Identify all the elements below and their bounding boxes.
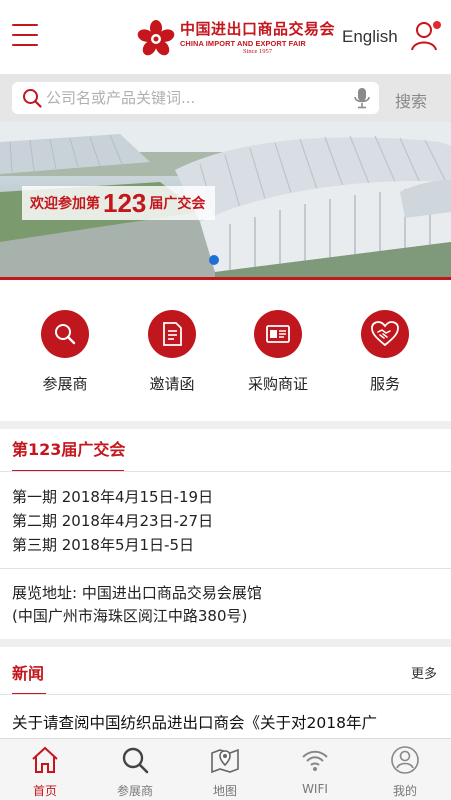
id-card-icon xyxy=(266,325,290,343)
quick-item-label: 参展商 xyxy=(42,375,88,393)
banner-welcome-text: 欢迎参加第 123 届广交会 xyxy=(22,186,216,220)
quick-item-buyer-badge[interactable]: 采购商证 xyxy=(233,310,323,394)
nav-exhibitors[interactable]: 参展商 xyxy=(90,739,180,800)
fair-phase-1: 第一期 2018年4月15日-19日 xyxy=(12,488,214,506)
logo-chinese-text: 中国进出口商品交易会 xyxy=(180,20,336,39)
quick-item-services[interactable]: 服务 xyxy=(340,310,430,394)
search-button[interactable]: 搜索 xyxy=(395,88,427,112)
quick-menu: 参展商 邀请函 采购商证 服务 xyxy=(0,283,451,421)
search-icon xyxy=(23,89,42,108)
home-icon xyxy=(32,746,58,773)
search-box xyxy=(12,82,379,114)
nav-map[interactable]: 地图 xyxy=(180,739,270,800)
nav-profile[interactable]: 我的 xyxy=(360,739,450,800)
quick-item-exhibitors[interactable]: 参展商 xyxy=(20,310,110,394)
nav-home[interactable]: 首页 xyxy=(0,739,90,800)
user-icon xyxy=(391,746,419,774)
quick-item-label: 采购商证 xyxy=(247,375,308,393)
news-section-title: 新闻 xyxy=(12,664,45,683)
search-icon xyxy=(55,324,76,345)
bottom-navigation: 首页 参展商 地图 WIFI 我的 xyxy=(0,738,451,800)
news-item-title[interactable]: 关于请查阅中国纺织品进出口商会《关于对2018年广 xyxy=(12,711,442,733)
microphone-icon[interactable] xyxy=(352,87,372,109)
venue-address: 展览地址: 中国进出口商品交易会展馆 xyxy=(12,584,262,602)
search-icon xyxy=(122,747,149,774)
document-icon xyxy=(163,322,182,346)
divider xyxy=(0,694,451,695)
quick-item-label: 服务 xyxy=(369,375,400,393)
handshake-heart-icon xyxy=(371,321,399,347)
carousel-indicator-dot[interactable] xyxy=(209,255,219,265)
user-account-button[interactable] xyxy=(410,18,442,54)
fair-section-title: 第123届广交会 xyxy=(12,440,126,459)
search-bar: 搜索 xyxy=(0,74,451,122)
menu-icon[interactable] xyxy=(12,24,38,50)
language-switch[interactable]: English xyxy=(342,27,398,47)
search-input[interactable] xyxy=(46,82,346,114)
app-header: 中国进出口商品交易会 CHINA IMPORT AND EXPORT FAIR … xyxy=(0,0,451,74)
quick-item-invitation[interactable]: 邀请函 xyxy=(127,310,217,394)
section-separator xyxy=(0,639,451,647)
logo-english-text: CHINA IMPORT AND EXPORT FAIR xyxy=(180,39,306,49)
divider xyxy=(0,568,451,569)
fair-phase-2: 第二期 2018年4月23日-27日 xyxy=(12,512,214,530)
venue-address-detail: (中国广州市海珠区阅江中路380号) xyxy=(12,607,248,625)
section-separator xyxy=(0,421,451,429)
flower-logo-icon xyxy=(137,20,175,56)
banner-carousel[interactable]: 欢迎参加第 123 届广交会 xyxy=(0,122,451,280)
canton-fair-logo: 中国进出口商品交易会 CHINA IMPORT AND EXPORT FAIR … xyxy=(136,18,335,60)
map-icon xyxy=(211,748,239,774)
divider xyxy=(0,471,451,472)
notification-dot xyxy=(433,21,441,29)
quick-item-label: 邀请函 xyxy=(149,375,195,393)
logo-since-text: Since 1957 xyxy=(242,48,273,56)
nav-wifi[interactable]: WIFI xyxy=(270,739,360,800)
news-more-link[interactable]: 更多 xyxy=(411,663,437,682)
wifi-icon xyxy=(302,750,328,771)
fair-phase-3: 第三期 2018年5月1日-5日 xyxy=(12,536,194,554)
